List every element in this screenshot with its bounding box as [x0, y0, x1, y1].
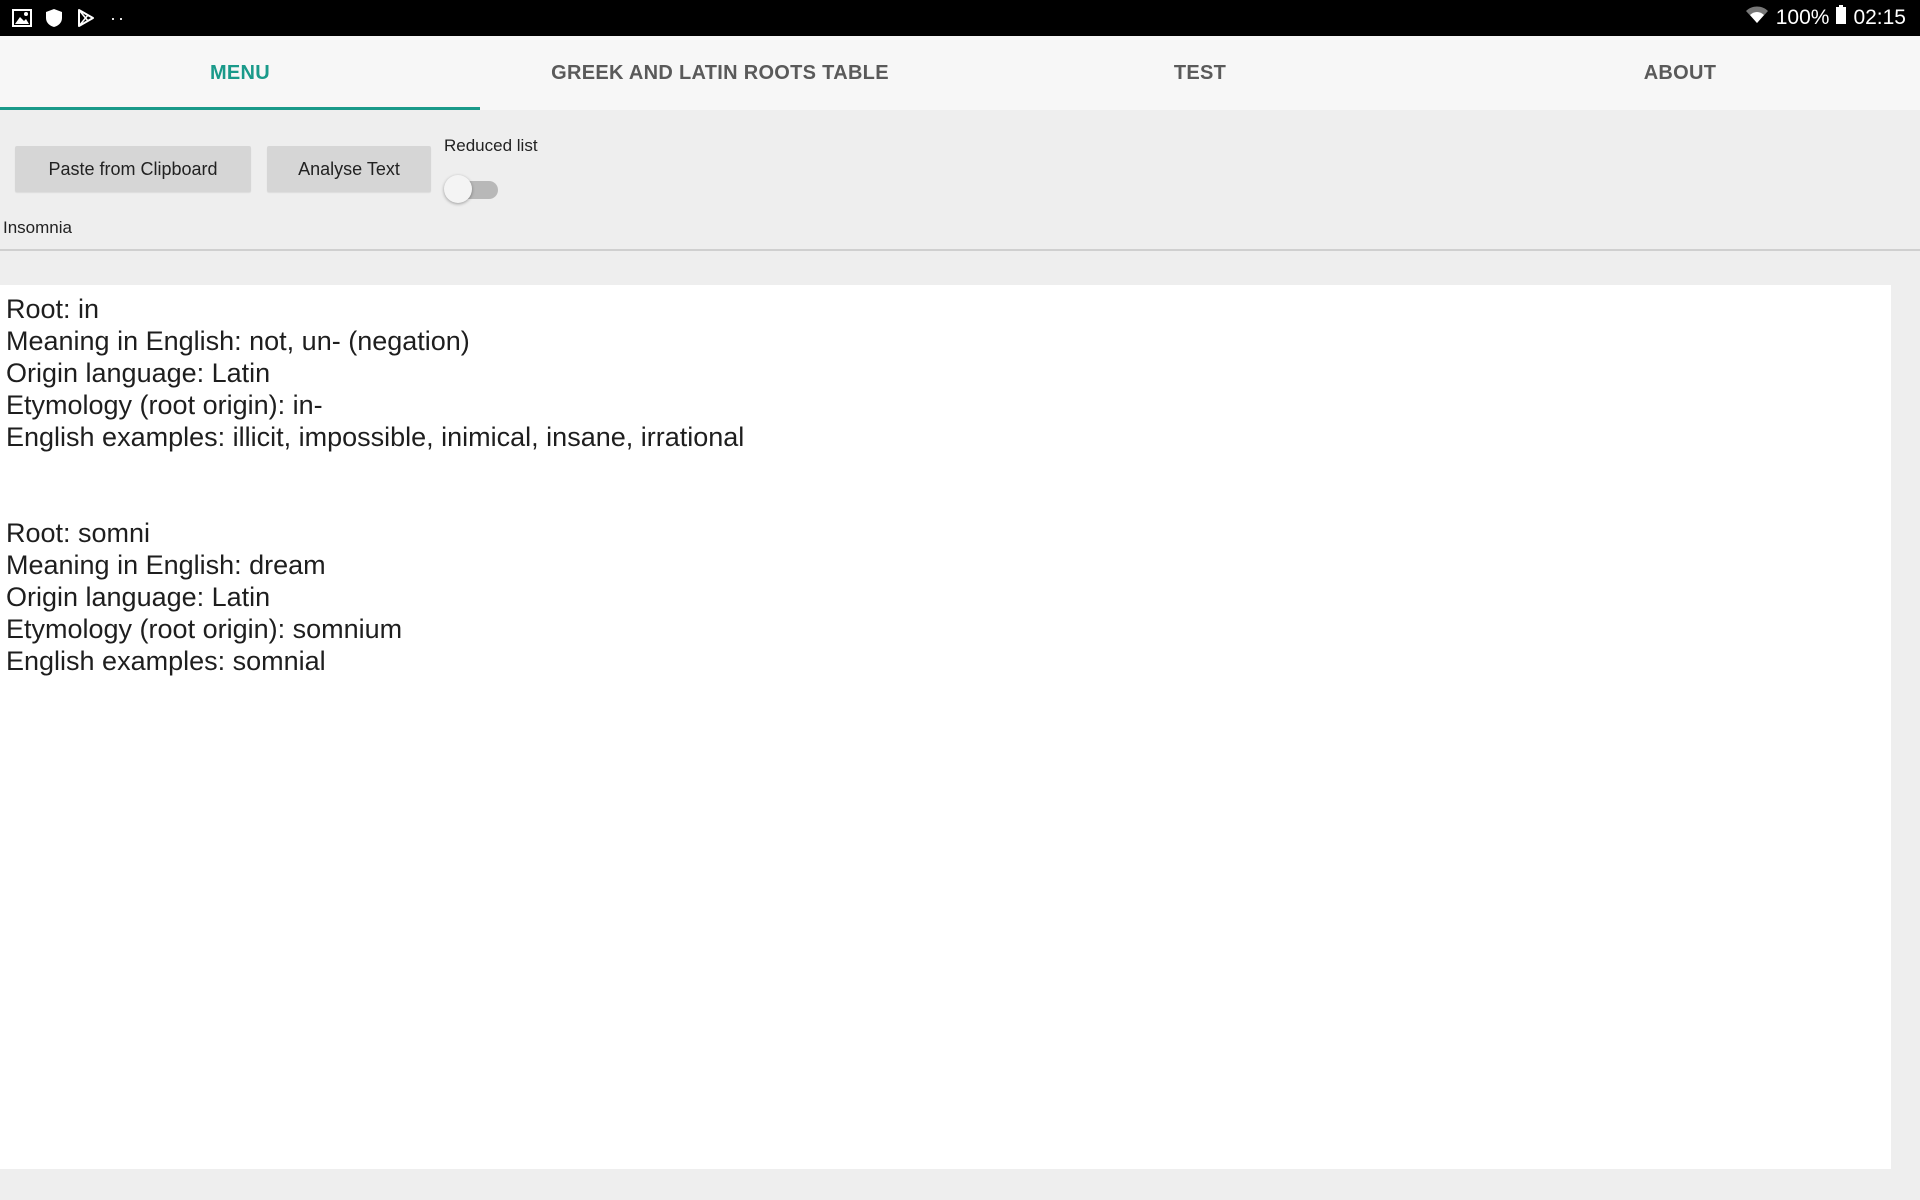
- english-examples-line: English examples: illicit, impossible, i…: [6, 422, 745, 452]
- analyse-text-button[interactable]: Analyse Text: [267, 146, 431, 192]
- toggle-thumb: [444, 175, 472, 203]
- tab-greek-latin-roots-table[interactable]: GREEK AND LATIN ROOTS TABLE: [480, 36, 960, 110]
- english-examples-line: English examples: somnial: [6, 646, 326, 676]
- battery-percent: 100%: [1775, 6, 1830, 29]
- root-entry: Root: somni Meaning in English: dream Or…: [6, 517, 1885, 677]
- origin-language-line: Origin language: Latin: [6, 358, 271, 388]
- input-word-text[interactable]: Insomnia: [3, 218, 72, 238]
- root-entry: Root: in Meaning in English: not, un- (n…: [6, 293, 1885, 453]
- etymology-line: Etymology (root origin): somnium: [6, 614, 403, 644]
- analysis-result-area[interactable]: Root: in Meaning in English: not, un- (n…: [0, 285, 1891, 1169]
- divider: [0, 249, 1920, 251]
- root-line: Root: somni: [6, 518, 151, 548]
- controls-panel: Paste from Clipboard Analyse Text Reduce…: [0, 110, 1920, 248]
- etymology-line: Etymology (root origin): in-: [6, 390, 323, 420]
- status-bar: ·· 100% 02:15: [0, 0, 1920, 36]
- wifi-icon: [1744, 5, 1770, 31]
- battery-icon: [1835, 5, 1847, 31]
- clock: 02:15: [1853, 6, 1906, 29]
- tab-test[interactable]: TEST: [960, 36, 1440, 110]
- origin-language-line: Origin language: Latin: [6, 582, 271, 612]
- image-icon: [10, 6, 34, 30]
- root-line: Root: in: [6, 294, 100, 324]
- tab-bar: MENU GREEK AND LATIN ROOTS TABLE TEST AB…: [0, 36, 1920, 110]
- reduced-list-label: Reduced list: [444, 136, 538, 155]
- meaning-line: Meaning in English: dream: [6, 550, 326, 580]
- tab-about[interactable]: ABOUT: [1440, 36, 1920, 110]
- meaning-line: Meaning in English: not, un- (negation): [6, 326, 470, 356]
- shield-icon: [42, 6, 66, 30]
- play-store-icon: [74, 6, 98, 30]
- tab-menu[interactable]: MENU: [0, 36, 480, 110]
- notification-icons: ··: [10, 6, 126, 30]
- more-notifications-icon: ··: [110, 8, 126, 28]
- paste-from-clipboard-button[interactable]: Paste from Clipboard: [15, 146, 251, 192]
- system-status: 100% 02:15: [1744, 4, 1906, 32]
- reduced-list-toggle[interactable]: [444, 174, 506, 204]
